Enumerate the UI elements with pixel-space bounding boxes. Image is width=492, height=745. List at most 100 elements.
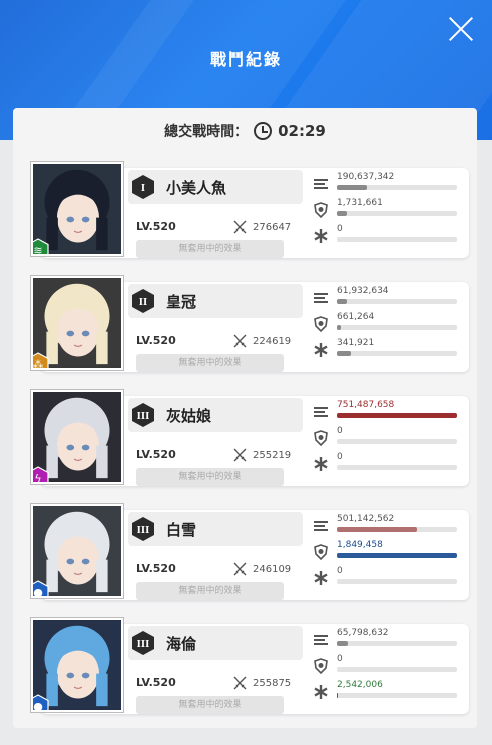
heal-bar: [337, 579, 457, 584]
defense-stat: 0: [313, 426, 461, 454]
damage-icon: [313, 404, 329, 420]
character-row: ● III 海倫 LV.520 255875 無套用中的效果 65,798,632 0 2,54…: [31, 618, 469, 718]
heal-icon: [313, 228, 329, 244]
heal-stat: 2,542,006: [313, 680, 461, 708]
crossed-swords-icon: [233, 334, 247, 348]
element-wind-icon: ≋: [33, 238, 49, 254]
battle-time-value: 02:29: [278, 122, 326, 140]
character-row: ● III 白雪 LV.520 246109 無套用中的效果 501,142,562 1,84…: [31, 504, 469, 604]
battle-record-panel: 總交戰時間： 02:29 ≋ I 小美人魚 LV.520 276647 無套用中的效果 19…: [13, 108, 477, 728]
svg-text:III: III: [137, 526, 150, 536]
element-electric-icon: ϟ: [33, 466, 49, 484]
page-title: 戰鬥紀錄: [209, 50, 282, 69]
character-level: LV.520: [136, 334, 176, 347]
damage-stat: 61,932,634: [313, 286, 461, 314]
defense-bar-fill: [337, 211, 347, 216]
heal-value: 2,542,006: [337, 680, 383, 690]
heal-bar: [337, 693, 457, 698]
combat-power: 255875: [233, 676, 291, 690]
damage-bar: [337, 527, 457, 532]
stats-block: 61,932,634 661,264 341,921: [313, 286, 461, 366]
combat-power-value: 276647: [253, 221, 292, 233]
damage-value: 61,932,634: [337, 286, 389, 296]
stats-block: 65,798,632 0 2,542,006: [313, 628, 461, 708]
stats-block: 501,142,562 1,849,458 0: [313, 514, 461, 594]
crossed-swords-icon: [233, 562, 247, 576]
heal-icon: [313, 342, 329, 358]
damage-bar: [337, 641, 457, 646]
character-level: LV.520: [136, 562, 176, 575]
heal-value: 0: [337, 224, 343, 234]
heal-bar: [337, 237, 457, 242]
heal-value: 341,921: [337, 338, 375, 348]
character-name: 灰姑娘: [166, 406, 212, 425]
clock-icon: [254, 122, 273, 140]
stats-block: 751,487,658 0 0: [313, 400, 461, 480]
element-water-icon: ●: [33, 580, 49, 598]
damage-bar-fill: [337, 185, 367, 190]
svg-text:●: ●: [33, 586, 43, 598]
damage-icon: [313, 518, 329, 534]
damage-icon: [313, 290, 329, 306]
heal-bar: [337, 351, 457, 356]
damage-value: 65,798,632: [337, 628, 389, 638]
damage-stat: 501,142,562: [313, 514, 461, 542]
character-name: 小美人魚: [166, 178, 227, 197]
active-effect-label: 無套用中的效果: [136, 468, 284, 486]
damage-bar: [337, 299, 457, 304]
combat-power: 255219: [233, 448, 291, 462]
character-portrait: ϟ: [31, 390, 123, 484]
damage-value: 751,487,658: [337, 400, 395, 410]
heal-value: 0: [337, 566, 343, 576]
burst-I-icon: I: [130, 174, 156, 200]
defense-bar: [337, 325, 457, 330]
defense-value: 1,731,661: [337, 198, 383, 208]
burst-III-icon: III: [130, 402, 156, 428]
name-bar: II 皇冠: [128, 284, 303, 318]
name-bar: III 海倫: [128, 626, 303, 660]
defense-icon: [313, 658, 329, 675]
active-effect-label: 無套用中的效果: [136, 240, 284, 258]
svg-text:ϟ: ϟ: [34, 472, 41, 484]
damage-bar: [337, 413, 457, 418]
burst-III-icon: III: [130, 630, 156, 656]
defense-value: 0: [337, 426, 343, 436]
defense-bar-fill: [337, 325, 341, 330]
character-portrait: ⁂: [31, 276, 123, 370]
defense-value: 0: [337, 654, 343, 664]
heal-icon: [313, 456, 329, 472]
active-effect-label: 無套用中的效果: [136, 696, 284, 714]
battle-time: 總交戰時間： 02:29: [13, 117, 477, 145]
combat-power-value: 255875: [253, 677, 292, 689]
character-portrait: ●: [31, 618, 123, 712]
defense-bar-fill: [337, 553, 457, 558]
defense-value: 661,264: [337, 312, 375, 322]
defense-bar: [337, 667, 457, 672]
crossed-swords-icon: [233, 220, 247, 234]
defense-icon: [313, 316, 329, 333]
heal-stat: 0: [313, 224, 461, 252]
character-name: 皇冠: [166, 292, 197, 311]
crossed-swords-icon: [233, 676, 247, 690]
combat-power: 224619: [233, 334, 291, 348]
character-row: ⁂ II 皇冠 LV.520 224619 無套用中的效果 61,932,634 661,26…: [31, 276, 469, 376]
active-effect-label: 無套用中的效果: [136, 582, 284, 600]
crossed-swords-icon: [233, 448, 247, 462]
svg-text:⁂: ⁂: [33, 358, 44, 370]
damage-icon: [313, 176, 329, 192]
svg-text:●: ●: [33, 700, 43, 712]
svg-text:III: III: [137, 640, 150, 650]
defense-stat: 1,849,458: [313, 540, 461, 568]
defense-icon: [313, 202, 329, 219]
svg-text:III: III: [137, 412, 150, 422]
defense-bar: [337, 211, 457, 216]
heal-bar: [337, 465, 457, 470]
heal-value: 0: [337, 452, 343, 462]
combat-power-value: 224619: [253, 335, 292, 347]
svg-text:I: I: [141, 184, 145, 194]
character-row: ≋ I 小美人魚 LV.520 276647 無套用中的效果 190,637,342 1,73…: [31, 162, 469, 262]
stats-block: 190,637,342 1,731,661 0: [313, 172, 461, 252]
burst-III-icon: III: [130, 516, 156, 542]
close-icon[interactable]: [448, 16, 474, 42]
damage-stat: 65,798,632: [313, 628, 461, 656]
